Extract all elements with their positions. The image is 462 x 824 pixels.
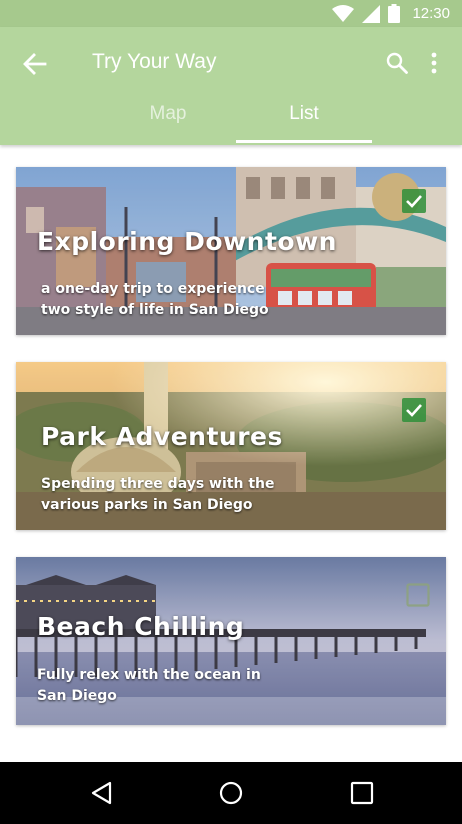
card-subtitle: Spending three days with the various par… (41, 476, 275, 513)
checkbox-checked-icon[interactable] (402, 189, 426, 213)
more-vert-icon[interactable] (424, 51, 444, 77)
back-triangle-icon[interactable] (88, 779, 116, 807)
trip-card-park-adventures[interactable]: Park Adventures Spending three days with… (16, 362, 446, 530)
tab-indicator (236, 140, 372, 143)
arrow-back-icon[interactable] (20, 49, 50, 79)
card-title: Park Adventures (41, 422, 283, 451)
tab-list[interactable]: List (236, 92, 372, 142)
app-title: Try Your Way (92, 50, 217, 73)
cellular-signal-icon (362, 4, 381, 23)
status-time: 12:30 (412, 5, 450, 22)
search-icon[interactable] (385, 51, 409, 75)
tab-map[interactable]: Map (100, 92, 236, 142)
card-title: Exploring Downtown (37, 227, 337, 256)
battery-icon (388, 4, 401, 23)
trip-card-exploring-downtown[interactable]: Exploring Downtown a one-day trip to exp… (16, 167, 446, 335)
wifi-icon (332, 4, 355, 22)
system-nav-bar (0, 762, 462, 824)
checkbox-checked-icon[interactable] (402, 398, 426, 422)
home-circle-icon[interactable] (217, 779, 245, 807)
card-subtitle: Fully relex with the ocean in San Diego (37, 667, 261, 704)
card-subtitle: a one-day trip to experience two style o… (41, 281, 269, 318)
app-bar: Try Your Way Map List (0, 27, 462, 145)
status-icons: 12:30 (332, 4, 450, 23)
recents-square-icon[interactable] (348, 779, 376, 807)
status-bar: 12:30 (0, 0, 462, 27)
card-title: Beach Chilling (37, 612, 245, 641)
trip-card-beach-chilling[interactable]: Beach Chilling Fully relex with the ocea… (16, 557, 446, 725)
checkbox-unchecked-icon[interactable] (406, 583, 430, 607)
